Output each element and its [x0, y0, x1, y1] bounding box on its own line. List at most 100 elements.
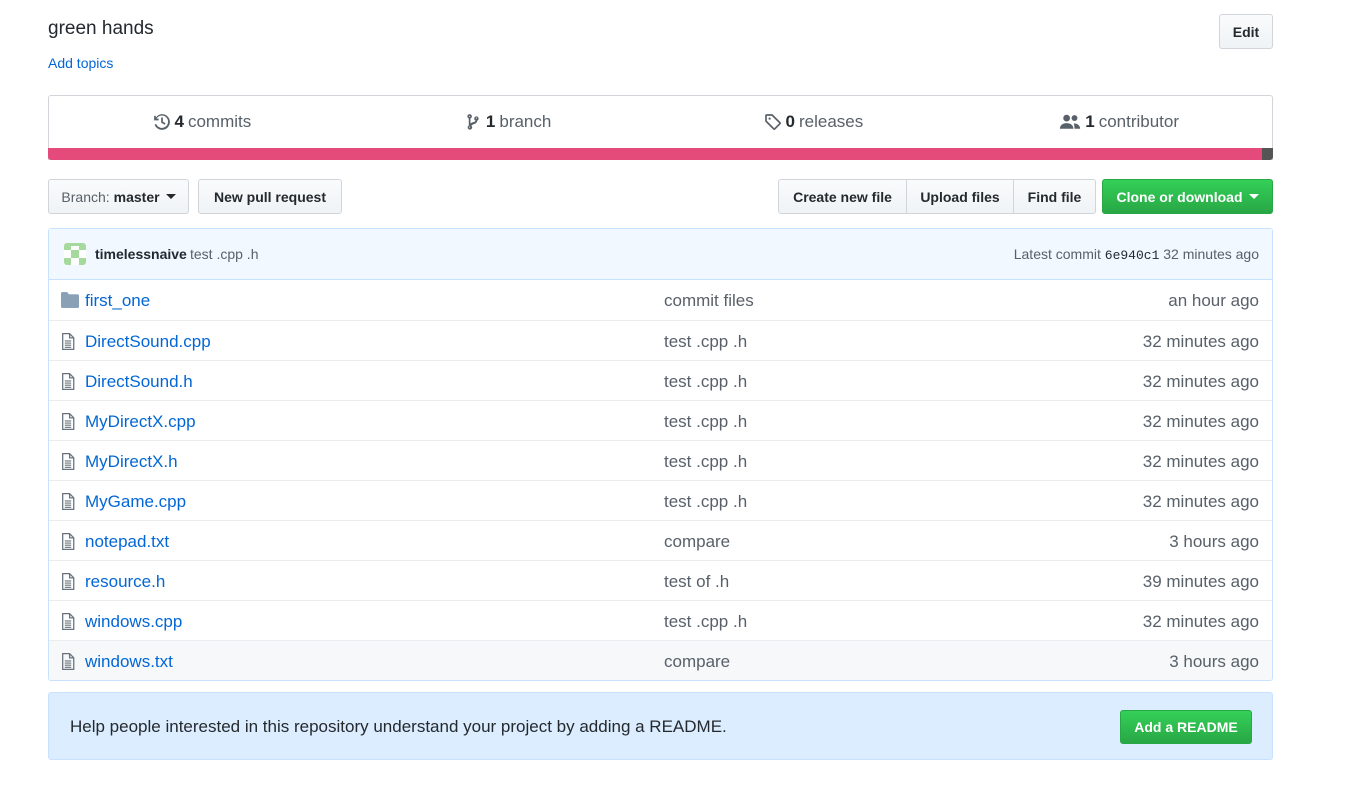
file-name-link[interactable]: DirectSound.h [85, 372, 193, 392]
readme-prompt: Help people interested in this repositor… [48, 692, 1273, 760]
file-commit-link[interactable]: commit files [664, 291, 754, 311]
file-name-link[interactable]: resource.h [85, 572, 165, 592]
branch-prefix: Branch: [61, 188, 110, 205]
releases-summary[interactable]: 0 releases [661, 96, 967, 148]
file-row: windows.txt compare 3 hours ago [49, 640, 1272, 680]
repository-summary: 4 commits 1 branch 0 releases 1 contribu… [48, 95, 1273, 160]
upload-files-button[interactable]: Upload files [906, 179, 1014, 214]
file-name-link[interactable]: notepad.txt [85, 532, 169, 552]
file-age: 39 minutes ago [1142, 572, 1259, 591]
add-topics-link[interactable]: Add topics [48, 55, 113, 71]
file-commit-link[interactable]: test of .h [664, 572, 729, 592]
file-name-link[interactable]: first_one [85, 291, 150, 311]
caret-down-icon [1248, 194, 1259, 199]
file-row: notepad.txt compare 3 hours ago [49, 520, 1272, 560]
file-rows: first_one commit files an hour ago DirectSo… [49, 280, 1272, 680]
git-branch-icon [467, 114, 479, 130]
contributors-summary[interactable]: 1 contributor [966, 96, 1272, 148]
people-icon [1060, 114, 1081, 129]
file-row: windows.cpp test .cpp .h 32 minutes ago [49, 600, 1272, 640]
file-name-link[interactable]: windows.cpp [85, 612, 182, 632]
file-commit-link[interactable]: compare [664, 532, 730, 552]
clone-or-download-label: Clone or download [1116, 188, 1243, 205]
branches-count: 1 [485, 112, 496, 131]
file-commit-link[interactable]: test .cpp .h [664, 412, 747, 432]
branch-select-button[interactable]: Branch: master [48, 179, 189, 214]
caret-down-icon [165, 194, 176, 199]
new-pull-request-button[interactable]: New pull request [198, 179, 342, 214]
file-icon [61, 413, 77, 430]
file-row: MyDirectX.h test .cpp .h 32 minutes ago [49, 440, 1272, 480]
file-commit-link[interactable]: test .cpp .h [664, 492, 747, 512]
file-commit-link[interactable]: test .cpp .h [664, 452, 747, 472]
file-navigation: Branch: master New pull request Create n… [48, 160, 1273, 228]
commit-author-link[interactable]: timelessnaive [95, 246, 187, 262]
latest-commit-bar: timelessnaive test .cpp .h Latest commit… [49, 229, 1272, 280]
file-age: 32 minutes ago [1142, 372, 1259, 391]
tag-icon [764, 114, 781, 130]
file-row: first_one commit files an hour ago [49, 280, 1272, 320]
create-new-file-button[interactable]: Create new file [778, 179, 907, 214]
commits-label: commits [187, 112, 252, 131]
file-commit-link[interactable]: test .cpp .h [664, 612, 747, 632]
repository-description: green hands [48, 18, 154, 39]
file-age: 3 hours ago [1169, 532, 1259, 551]
language-segment-secondary [1261, 148, 1273, 160]
file-row: MyGame.cpp test .cpp .h 32 minutes ago [49, 480, 1272, 520]
commits-count: 4 [174, 112, 184, 131]
file-age: 3 hours ago [1169, 652, 1259, 671]
find-file-button[interactable]: Find file [1013, 179, 1096, 214]
avatar[interactable] [64, 243, 86, 265]
file-name-link[interactable]: MyGame.cpp [85, 492, 186, 512]
edit-description-button[interactable]: Edit [1219, 14, 1273, 49]
file-name-link[interactable]: DirectSound.cpp [85, 332, 211, 352]
file-age: 32 minutes ago [1142, 492, 1259, 511]
file-icon [61, 373, 77, 390]
file-row: resource.h test of .h 39 minutes ago [49, 560, 1272, 600]
file-icon [61, 533, 77, 550]
file-icon [61, 453, 77, 470]
file-age: 32 minutes ago [1142, 412, 1259, 431]
releases-count: 0 [785, 112, 795, 131]
repository-header: green hands Add topics Edit [48, 0, 1273, 95]
releases-label: releases [798, 112, 864, 131]
file-commit-link[interactable]: test .cpp .h [664, 372, 747, 392]
file-age: 32 minutes ago [1142, 332, 1259, 351]
file-icon [61, 653, 77, 670]
history-icon [153, 114, 170, 130]
add-readme-button[interactable]: Add a README [1120, 710, 1252, 744]
branches-label: branch [499, 112, 552, 131]
folder-icon [61, 292, 79, 309]
file-name-link[interactable]: windows.txt [85, 652, 173, 672]
file-age: an hour ago [1168, 291, 1259, 310]
language-bar[interactable] [48, 148, 1273, 160]
commit-sha-link[interactable]: 6e940c1 [1105, 248, 1160, 263]
contributors-label: contributor [1098, 112, 1180, 131]
language-segment-primary [48, 148, 1262, 160]
file-icon [61, 573, 77, 590]
commit-message-link[interactable]: test .cpp .h [190, 246, 258, 262]
file-icon [61, 493, 77, 510]
file-icon [61, 613, 77, 630]
file-commit-link[interactable]: test .cpp .h [664, 332, 747, 352]
latest-commit-meta: Latest commit 6e940c1 32 minutes ago [1014, 246, 1259, 263]
repository-page: green hands Add topics Edit 4 commits 1 … [48, 0, 1273, 760]
clone-or-download-button[interactable]: Clone or download [1102, 179, 1273, 214]
readme-prompt-text: Help people interested in this repositor… [70, 717, 727, 736]
file-commit-link[interactable]: compare [664, 652, 730, 672]
file-list: timelessnaive test .cpp .h Latest commit… [48, 228, 1273, 681]
file-name-link[interactable]: MyDirectX.cpp [85, 412, 196, 432]
file-row: MyDirectX.cpp test .cpp .h 32 minutes ago [49, 400, 1272, 440]
file-age: 32 minutes ago [1142, 612, 1259, 631]
latest-commit-age: 32 minutes ago [1163, 246, 1259, 262]
latest-commit-label: Latest commit [1013, 246, 1101, 262]
file-row: DirectSound.cpp test .cpp .h 32 minutes ag… [49, 320, 1272, 360]
file-icon [61, 333, 77, 350]
branch-name: master [113, 188, 160, 205]
file-name-link[interactable]: MyDirectX.h [85, 452, 178, 472]
contributors-count: 1 [1085, 112, 1095, 131]
commits-summary[interactable]: 4 commits [49, 96, 355, 148]
file-row: DirectSound.h test .cpp .h 32 minutes ago [49, 360, 1272, 400]
branches-summary[interactable]: 1 branch [355, 96, 661, 148]
file-age: 32 minutes ago [1142, 452, 1259, 471]
